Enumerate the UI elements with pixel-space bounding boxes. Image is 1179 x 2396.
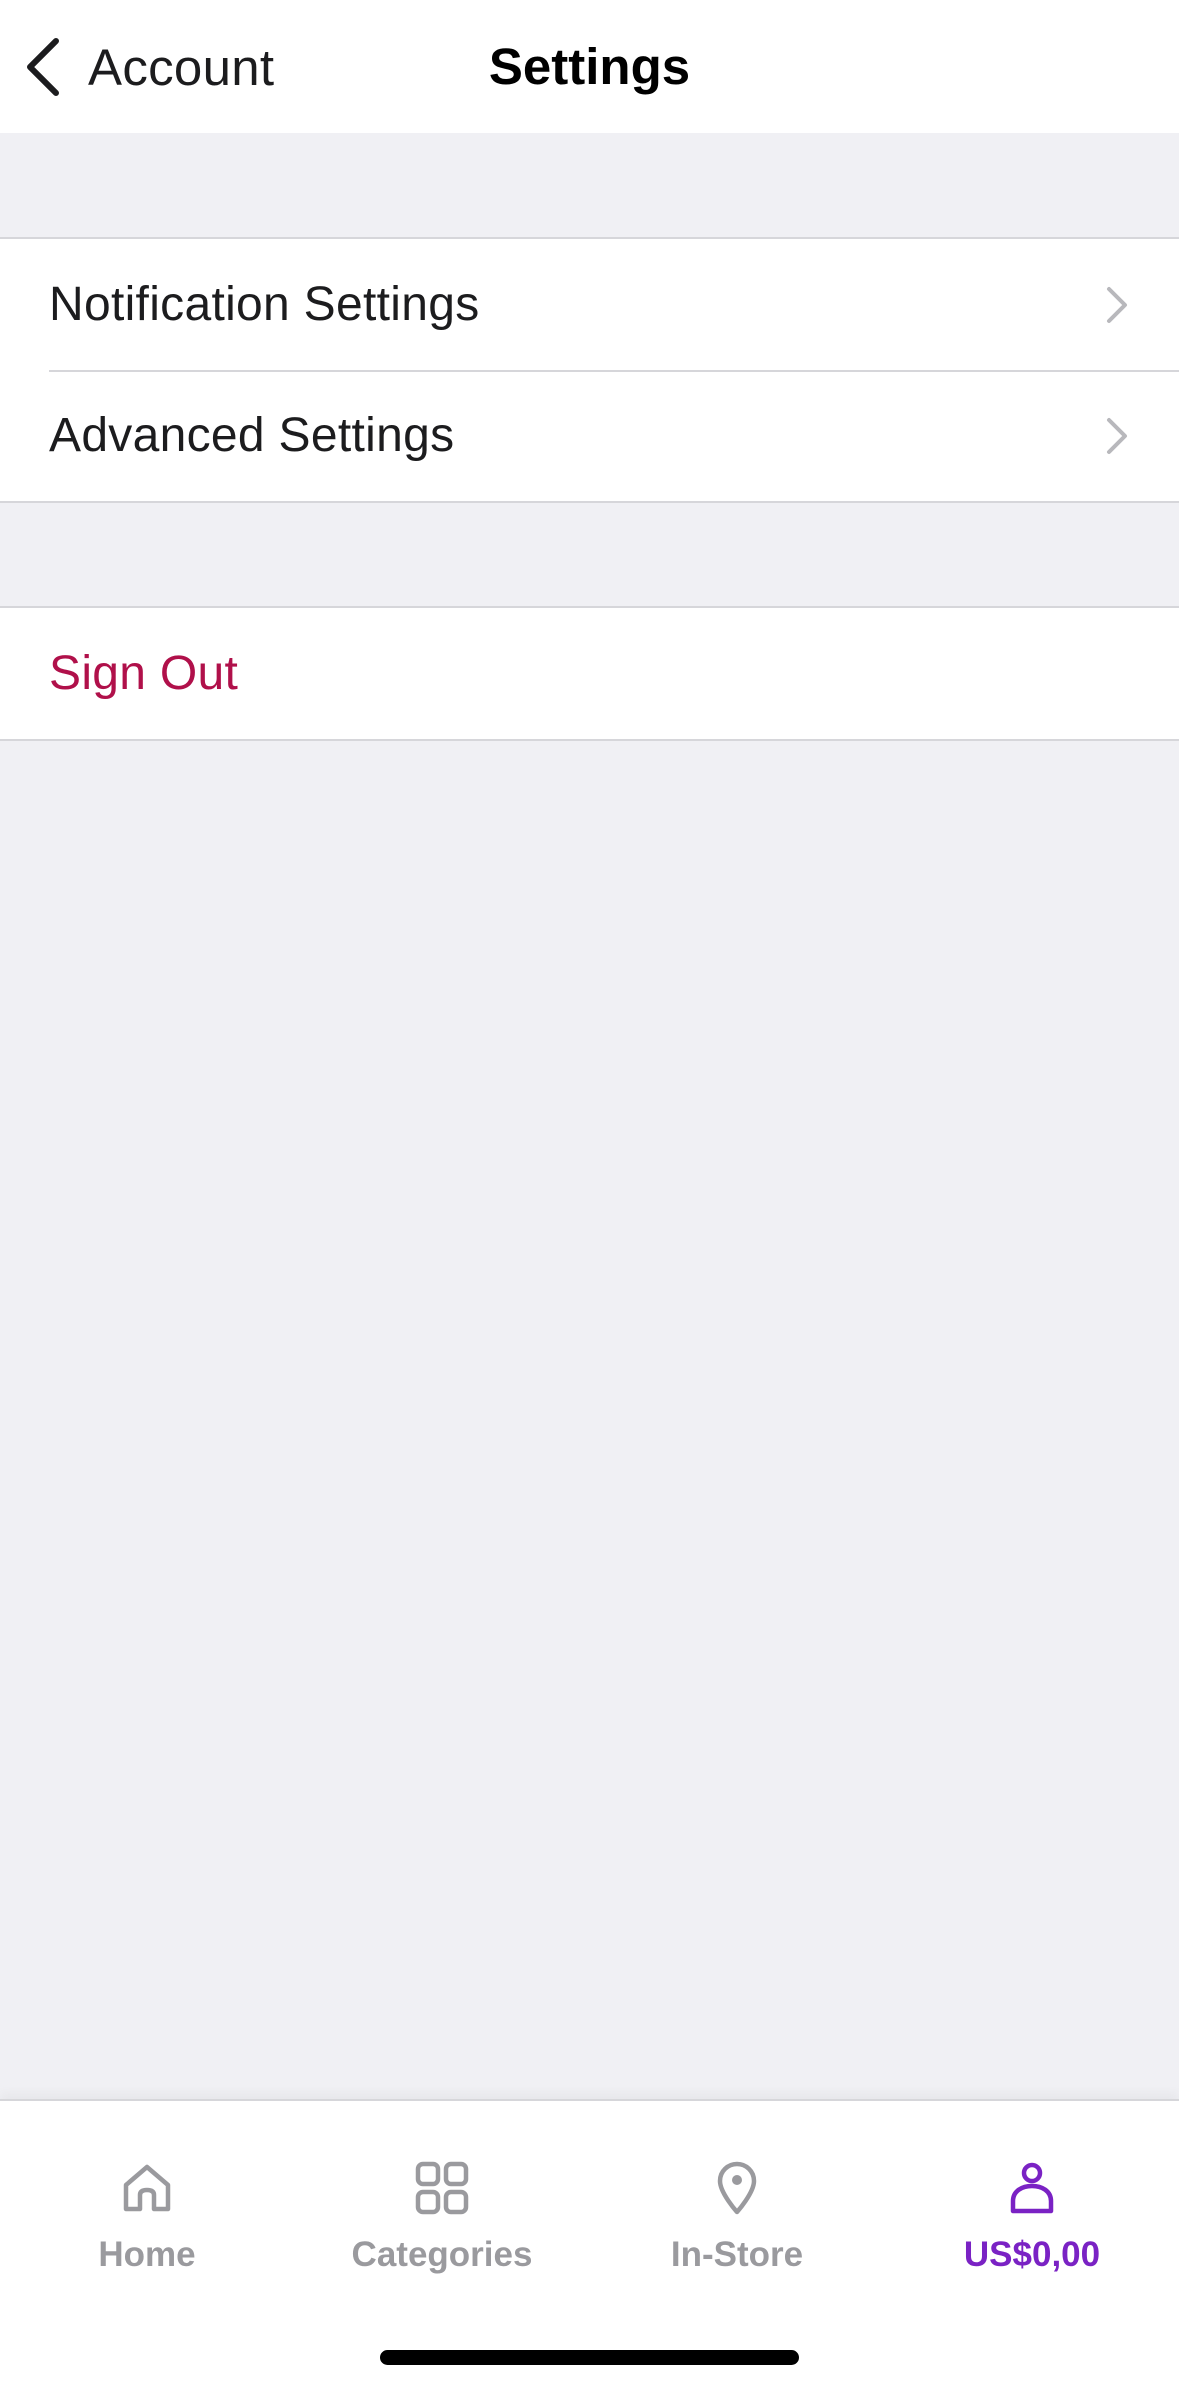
tab-categories[interactable]: Categories bbox=[295, 2159, 589, 2275]
chevron-right-icon bbox=[1107, 417, 1127, 454]
advanced-settings-label: Advanced Settings bbox=[49, 409, 455, 462]
sign-out-group: Sign Out bbox=[0, 606, 1179, 741]
location-pin-icon bbox=[717, 2161, 757, 2215]
settings-screen: Settings Account Notification Settings A… bbox=[0, 0, 1179, 2396]
home-icon bbox=[123, 2164, 171, 2212]
advanced-settings-row[interactable]: Advanced Settings bbox=[0, 370, 1179, 501]
notification-settings-row[interactable]: Notification Settings bbox=[0, 239, 1179, 370]
tab-home[interactable]: Home bbox=[0, 2159, 294, 2275]
chevron-left-icon bbox=[27, 38, 59, 96]
tab-in-store-label: In-Store bbox=[670, 2235, 804, 2274]
tab-in-store[interactable]: In-Store bbox=[590, 2159, 884, 2275]
home-indicator[interactable] bbox=[380, 2350, 799, 2365]
tab-categories-label: Categories bbox=[351, 2235, 533, 2274]
back-button-label: Account bbox=[88, 38, 275, 96]
sign-out-label: Sign Out bbox=[49, 647, 239, 700]
tab-account-label: US$0,00 bbox=[963, 2235, 1101, 2274]
grid-icon bbox=[415, 2161, 469, 2215]
settings-group: Notification Settings Advanced Settings bbox=[0, 237, 1179, 503]
back-button[interactable]: Account bbox=[22, 30, 274, 104]
chevron-right-icon bbox=[1107, 286, 1127, 323]
sign-out-button[interactable]: Sign Out bbox=[0, 608, 1179, 739]
tab-home-label: Home bbox=[98, 2235, 196, 2274]
navigation-header: Settings Account bbox=[0, 0, 1179, 133]
person-icon bbox=[1010, 2162, 1054, 2214]
tab-account[interactable]: US$0,00 bbox=[885, 2159, 1179, 2275]
notification-settings-label: Notification Settings bbox=[49, 278, 480, 331]
